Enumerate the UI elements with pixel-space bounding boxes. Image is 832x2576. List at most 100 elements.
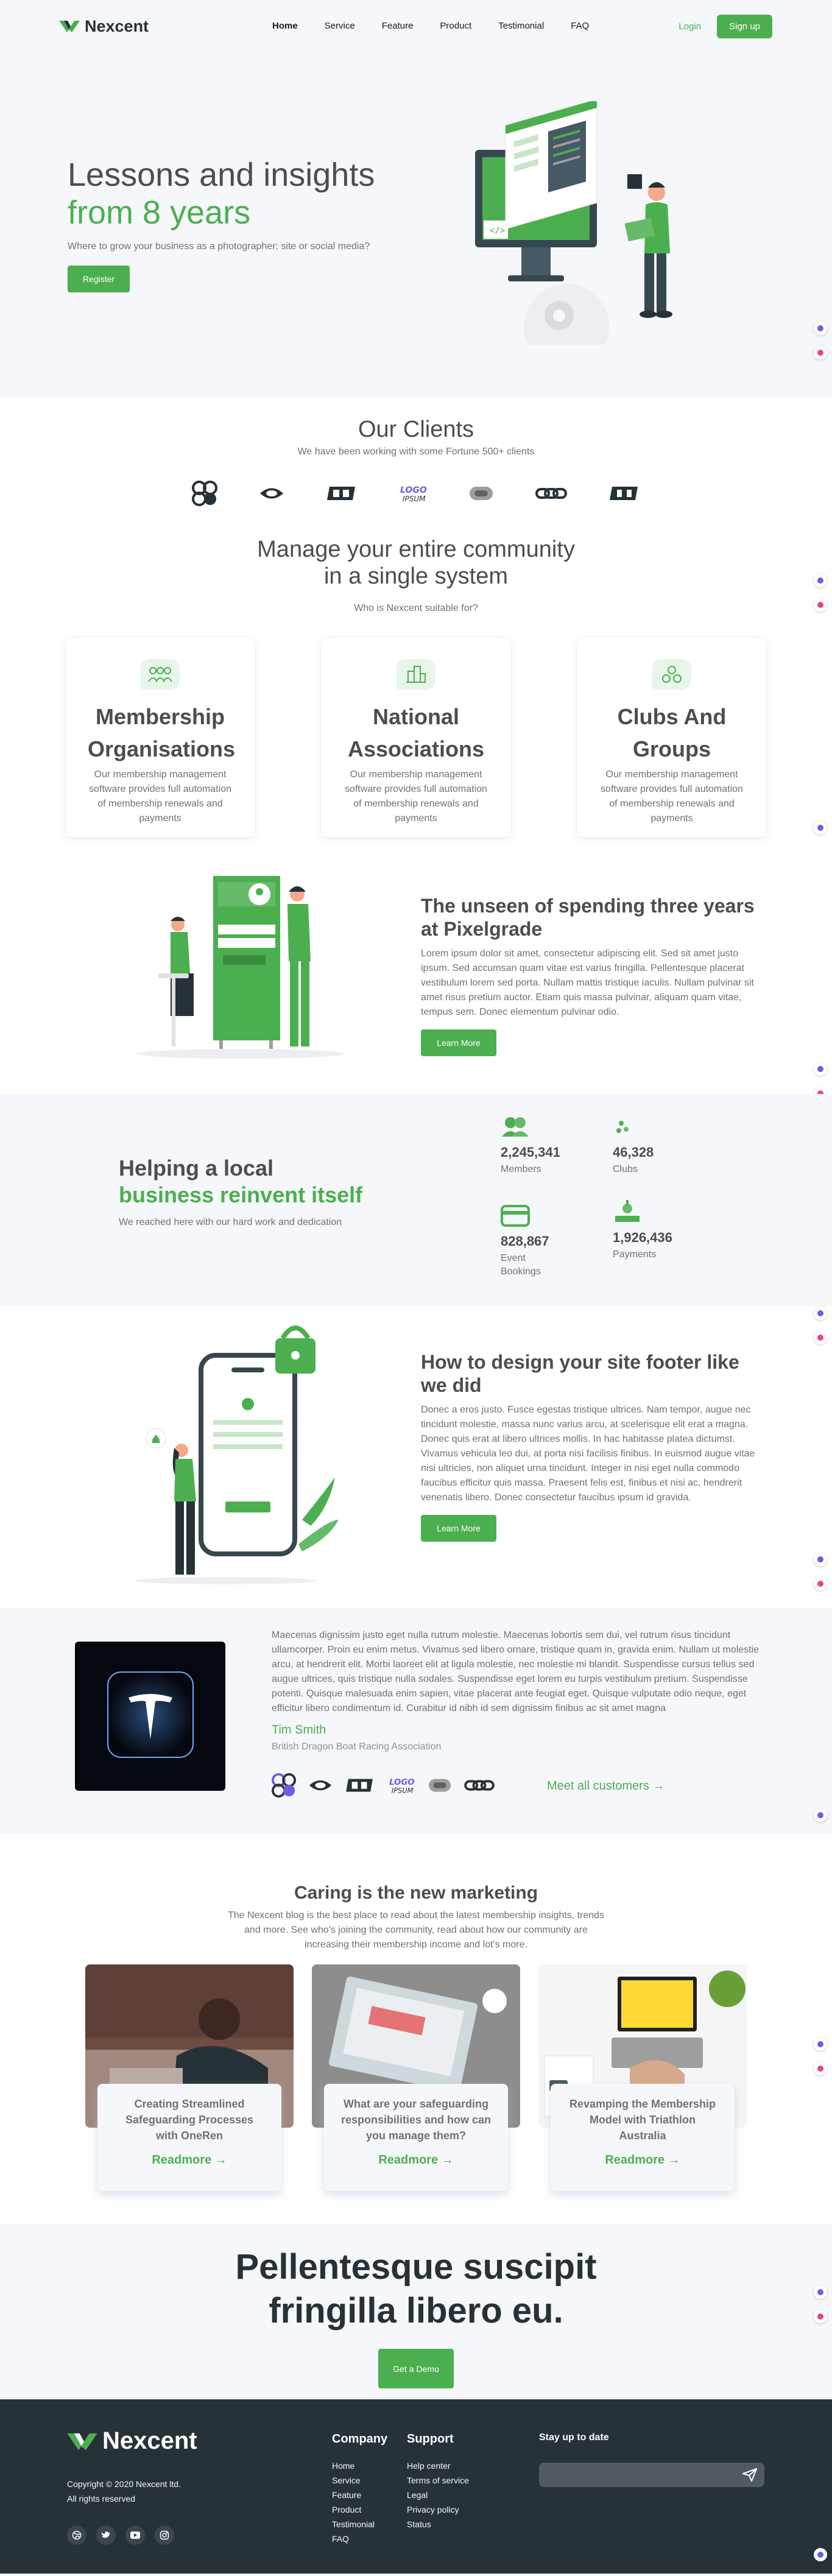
audience-card: Membership Organisations Our membership …: [66, 638, 255, 837]
blog-posts: Creating Streamlined Safeguarding Proces…: [0, 1964, 832, 2191]
side-widget-button[interactable]: [814, 2285, 827, 2299]
blog-post-card[interactable]: Creating Streamlined Safeguarding Proces…: [85, 1964, 294, 2191]
meet-all-customers-link[interactable]: Meet all customers →: [547, 1779, 665, 1793]
youtube-icon[interactable]: [125, 2525, 145, 2545]
brand-logo[interactable]: Nexcent: [59, 17, 149, 36]
side-widget: [814, 1553, 827, 1601]
hero-subtitle: Where to grow your business as a photogr…: [68, 241, 370, 252]
side-widget-button[interactable]: [814, 598, 827, 612]
footer-link-privacy[interactable]: Privacy policy: [407, 2502, 469, 2517]
learn-more-button[interactable]: Learn More: [421, 1029, 496, 1056]
blog-post-card[interactable]: What are your safeguarding responsibilit…: [312, 1964, 520, 2191]
blog-post-title: What are your safeguarding responsibilit…: [340, 2098, 492, 2142]
nav-link-product[interactable]: Product: [440, 21, 471, 31]
login-link[interactable]: Login: [679, 21, 701, 32]
side-widget-button[interactable]: [814, 1808, 827, 1822]
footer-link-faq[interactable]: FAQ: [332, 2532, 387, 2546]
footer-link-testimonial[interactable]: Testimonial: [332, 2517, 387, 2532]
nav-link-service[interactable]: Service: [325, 21, 355, 31]
stat-event-bookings: 828,867 Event Bookings: [501, 1205, 586, 1279]
blog-section: Caring is the new marketing The Nexcent …: [0, 1833, 832, 2225]
signup-button[interactable]: Sign up: [717, 15, 772, 38]
community-title-line1: Manage your entire community: [257, 537, 575, 562]
nav-link-feature[interactable]: Feature: [382, 21, 414, 31]
side-widget-button[interactable]: [814, 1577, 827, 1590]
footer-link-status[interactable]: Status: [407, 2517, 469, 2532]
stats-title-line2: business reinvent itself: [119, 1182, 363, 1207]
dribbble-icon[interactable]: [67, 2525, 86, 2545]
register-button[interactable]: Register: [68, 266, 130, 292]
footer-link-home[interactable]: Home: [332, 2458, 387, 2473]
blog-post-title: Revamping the Membership Model with Tria…: [569, 2098, 716, 2142]
nav-link-faq[interactable]: FAQ: [571, 21, 589, 31]
stats-title: Helping a local business reinvent itself: [119, 1155, 362, 1209]
client-logo-icon: [327, 487, 355, 500]
feature-text: The unseen of spending three years at Pi…: [421, 894, 765, 1056]
side-widget: [814, 2038, 827, 2086]
client-logo-icon: LOGOIPSUM: [400, 485, 427, 503]
feature-title: How to design your site footer like we d…: [421, 1351, 739, 1396]
side-widget-button[interactable]: [814, 2062, 827, 2075]
stat-label: Payments: [613, 1249, 657, 1260]
audience-card-text: Our membership management software provi…: [601, 769, 743, 824]
stat-value: 1,926,436: [613, 1230, 672, 1245]
readmore-link[interactable]: Readmore →: [566, 2153, 719, 2167]
newsletter-email-input[interactable]: [539, 2463, 764, 2487]
side-widget: [814, 1808, 827, 1833]
instagram-icon[interactable]: [155, 2525, 174, 2545]
nav-links: Home Service Feature Product Testimonial…: [272, 21, 589, 31]
feature-text: How to design your site footer like we d…: [421, 1350, 765, 1542]
hands-icon: [652, 659, 691, 690]
hero-section: Lessons and insights from 8 years Where t…: [0, 52, 832, 397]
side-widget-button[interactable]: [814, 322, 827, 335]
stat-clubs: 46,328 Clubs: [613, 1116, 698, 1176]
people-icon: [141, 659, 180, 690]
testimonial-author-role: British Dragon Boat Racing Association: [272, 1741, 442, 1752]
auth-links: Login Sign up: [679, 15, 772, 38]
side-widget-button[interactable]: [814, 1062, 827, 1076]
brand-name: Nexcent: [85, 16, 149, 35]
building-icon: [397, 659, 435, 690]
client-logos: LOGO IPSUM: [0, 481, 832, 506]
nexcent-logo-icon: [67, 2433, 97, 2451]
audience-card-title: National Associations: [347, 704, 485, 761]
side-widget-button[interactable]: [814, 346, 827, 359]
audience-cards: Membership Organisations Our membership …: [0, 638, 832, 837]
side-widget-button[interactable]: [814, 574, 827, 587]
side-widget: [814, 1307, 827, 1355]
footer-link-service[interactable]: Service: [332, 2473, 387, 2488]
hero-title: Lessons and insights from 8 years: [68, 156, 375, 231]
side-widget-button[interactable]: [814, 2310, 827, 2323]
footer-link-terms[interactable]: Terms of service: [407, 2473, 469, 2488]
blog-post-card[interactable]: Revamping the Membership Model with Tria…: [538, 1964, 747, 2191]
side-widget-button[interactable]: [814, 821, 827, 835]
footer-link-legal[interactable]: Legal: [407, 2488, 469, 2502]
nav-link-testimonial[interactable]: Testimonial: [498, 21, 544, 31]
footer-link-help-center[interactable]: Help center: [407, 2458, 469, 2473]
testimonial-section: Maecenas dignissim justo eget nulla rutr…: [0, 1607, 832, 1833]
readmore-link[interactable]: Readmore →: [113, 2153, 266, 2167]
community-section: Manage your entire community in a single …: [0, 525, 832, 848]
feature-description: Lorem ipsum dolor sit amet, consectetur …: [421, 948, 754, 1017]
side-widget-button[interactable]: [814, 1553, 827, 1566]
svg-text:</>: </>: [490, 226, 505, 236]
footer-link-product[interactable]: Product: [332, 2502, 387, 2517]
side-widget-button[interactable]: [814, 2548, 827, 2561]
readmore-link[interactable]: Readmore →: [340, 2153, 492, 2167]
social-links: [67, 2525, 174, 2545]
side-widget-button[interactable]: [814, 1331, 827, 1344]
send-icon[interactable]: [742, 2468, 758, 2482]
side-widget-button[interactable]: [814, 2038, 827, 2051]
side-widget-button[interactable]: [814, 1307, 827, 1320]
nav-link-home[interactable]: Home: [272, 21, 298, 31]
stat-payments: 1,926,436 Payments: [613, 1199, 698, 1262]
twitter-icon[interactable]: [96, 2525, 116, 2545]
cta-title: Pellentesque suscipit fringilla libero eu…: [0, 2225, 832, 2333]
get-demo-button[interactable]: Get a Demo: [378, 2349, 454, 2388]
blog-subtitle: The Nexcent blog is the best place to re…: [227, 1910, 605, 1950]
learn-more-button[interactable]: Learn More: [421, 1515, 496, 1542]
footer-link-feature[interactable]: Feature: [332, 2488, 387, 2502]
feature-pixelgrade: The unseen of spending three years at Pi…: [0, 848, 832, 1100]
footer-brand[interactable]: Nexcent: [67, 2427, 197, 2455]
svg-text:IPSUM: IPSUM: [392, 1786, 414, 1794]
